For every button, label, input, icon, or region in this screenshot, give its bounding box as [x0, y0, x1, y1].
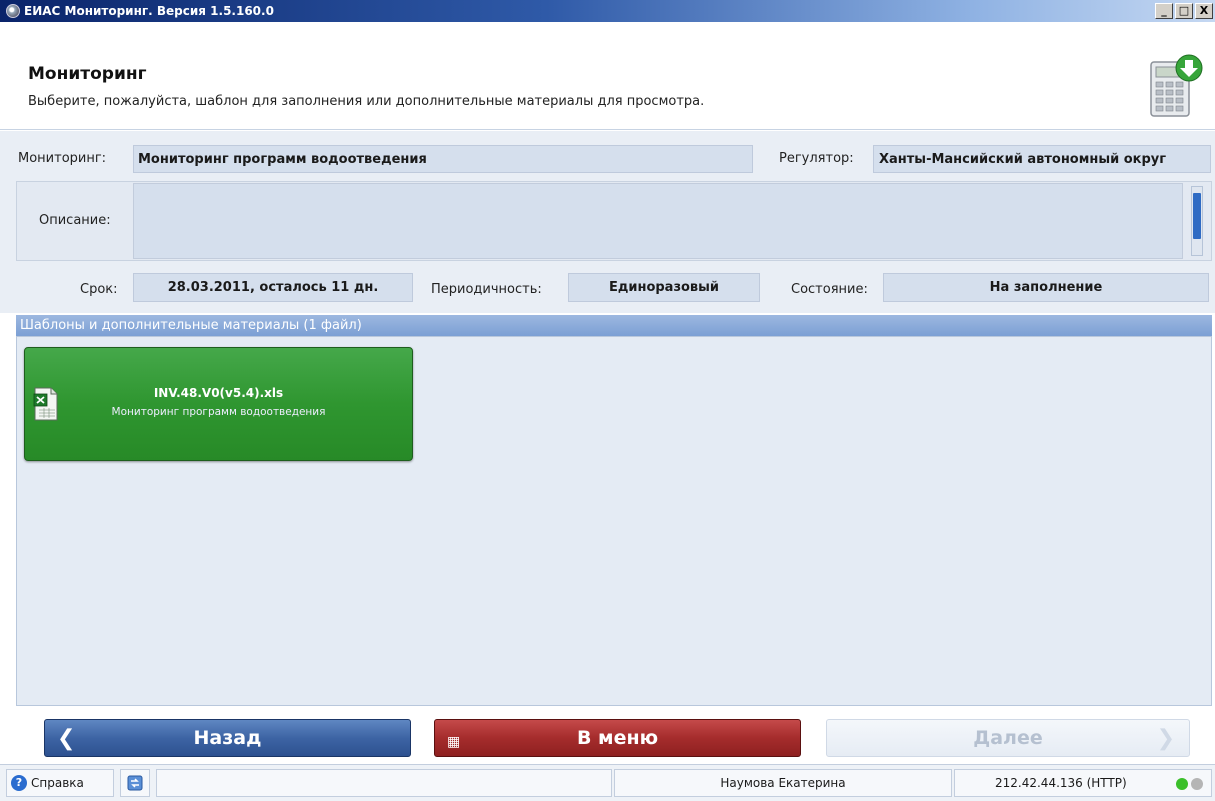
menu-button-label: В меню: [576, 727, 659, 749]
arrow-right-icon: ❯: [1156, 726, 1175, 751]
monitoring-label: Мониторинг:: [18, 151, 107, 166]
files-section-header: Шаблоны и дополнительные материалы (1 фа…: [16, 315, 1212, 336]
back-button-label: Назад: [193, 727, 262, 749]
state-label: Состояние:: [791, 282, 868, 297]
minimize-button[interactable]: _: [1155, 3, 1173, 19]
description-label: Описание:: [39, 213, 111, 228]
window-titlebar: ЕИАС Мониторинг. Версия 1.5.160.0 _ □ X: [0, 0, 1215, 22]
state-field: На заполнение: [883, 273, 1209, 302]
connection-idle-icon: [1191, 778, 1203, 790]
file-description: Мониторинг программ водоотведения: [111, 406, 326, 418]
description-field[interactable]: [133, 183, 1183, 259]
calculator-download-icon: [1150, 54, 1203, 117]
user-name: Наумова Екатерина: [614, 769, 952, 797]
files-panel: INV.48.V0(v5.4).xls Мониторинг программ …: [16, 336, 1212, 706]
help-label: Справка: [31, 776, 84, 790]
server-address: 212.42.44.136 (HTTP): [995, 776, 1127, 790]
description-scrollbar[interactable]: [1191, 186, 1203, 256]
file-tile[interactable]: INV.48.V0(v5.4).xls Мониторинг программ …: [24, 347, 413, 461]
description-box: Описание:: [16, 181, 1212, 261]
app-icon: [6, 4, 20, 18]
deadline-field: 28.03.2011, осталось 11 дн.: [133, 273, 413, 302]
next-button[interactable]: Далее ❯: [826, 719, 1190, 757]
scrollbar-thumb[interactable]: [1193, 193, 1201, 239]
next-button-label: Далее: [973, 727, 1043, 749]
back-button[interactable]: ❮ Назад: [44, 719, 411, 757]
regulator-label: Регулятор:: [779, 151, 854, 166]
help-icon: ?: [11, 775, 27, 791]
server-status: 212.42.44.136 (HTTP): [954, 769, 1212, 797]
menu-button[interactable]: ▦ В меню: [434, 719, 801, 757]
periodicity-label: Периодичность:: [431, 282, 542, 297]
status-message: [156, 769, 612, 797]
window-controls: _ □ X: [1155, 3, 1213, 19]
monitoring-field: Мониторинг программ водоотведения: [133, 145, 753, 173]
regulator-field: Ханты-Мансийский автономный округ: [873, 145, 1211, 173]
window-title: ЕИАС Мониторинг. Версия 1.5.160.0: [24, 4, 274, 18]
monitoring-form: Мониторинг: Мониторинг программ водоотве…: [0, 131, 1215, 313]
connection-ok-icon: [1176, 778, 1188, 790]
sync-button[interactable]: [120, 769, 150, 797]
page-subtitle: Выберите, пожалуйста, шаблон для заполне…: [28, 94, 705, 109]
arrow-left-icon: ❮: [57, 726, 76, 751]
deadline-label: Срок:: [80, 282, 118, 297]
connection-indicator: [1176, 778, 1203, 790]
grid-icon: ▦: [447, 734, 461, 750]
help-button[interactable]: ? Справка: [6, 769, 114, 797]
status-bar: ? Справка Наумова Екатерина 212.42.44.13…: [0, 764, 1215, 801]
file-name: INV.48.V0(v5.4).xls: [153, 386, 284, 400]
maximize-button[interactable]: □: [1175, 3, 1193, 19]
close-button[interactable]: X: [1195, 3, 1213, 19]
page-title: Мониторинг: [28, 64, 147, 84]
periodicity-field: Единоразовый: [568, 273, 760, 302]
sync-icon: [127, 775, 143, 791]
page-header: Мониторинг Выберите, пожалуйста, шаблон …: [0, 22, 1215, 130]
